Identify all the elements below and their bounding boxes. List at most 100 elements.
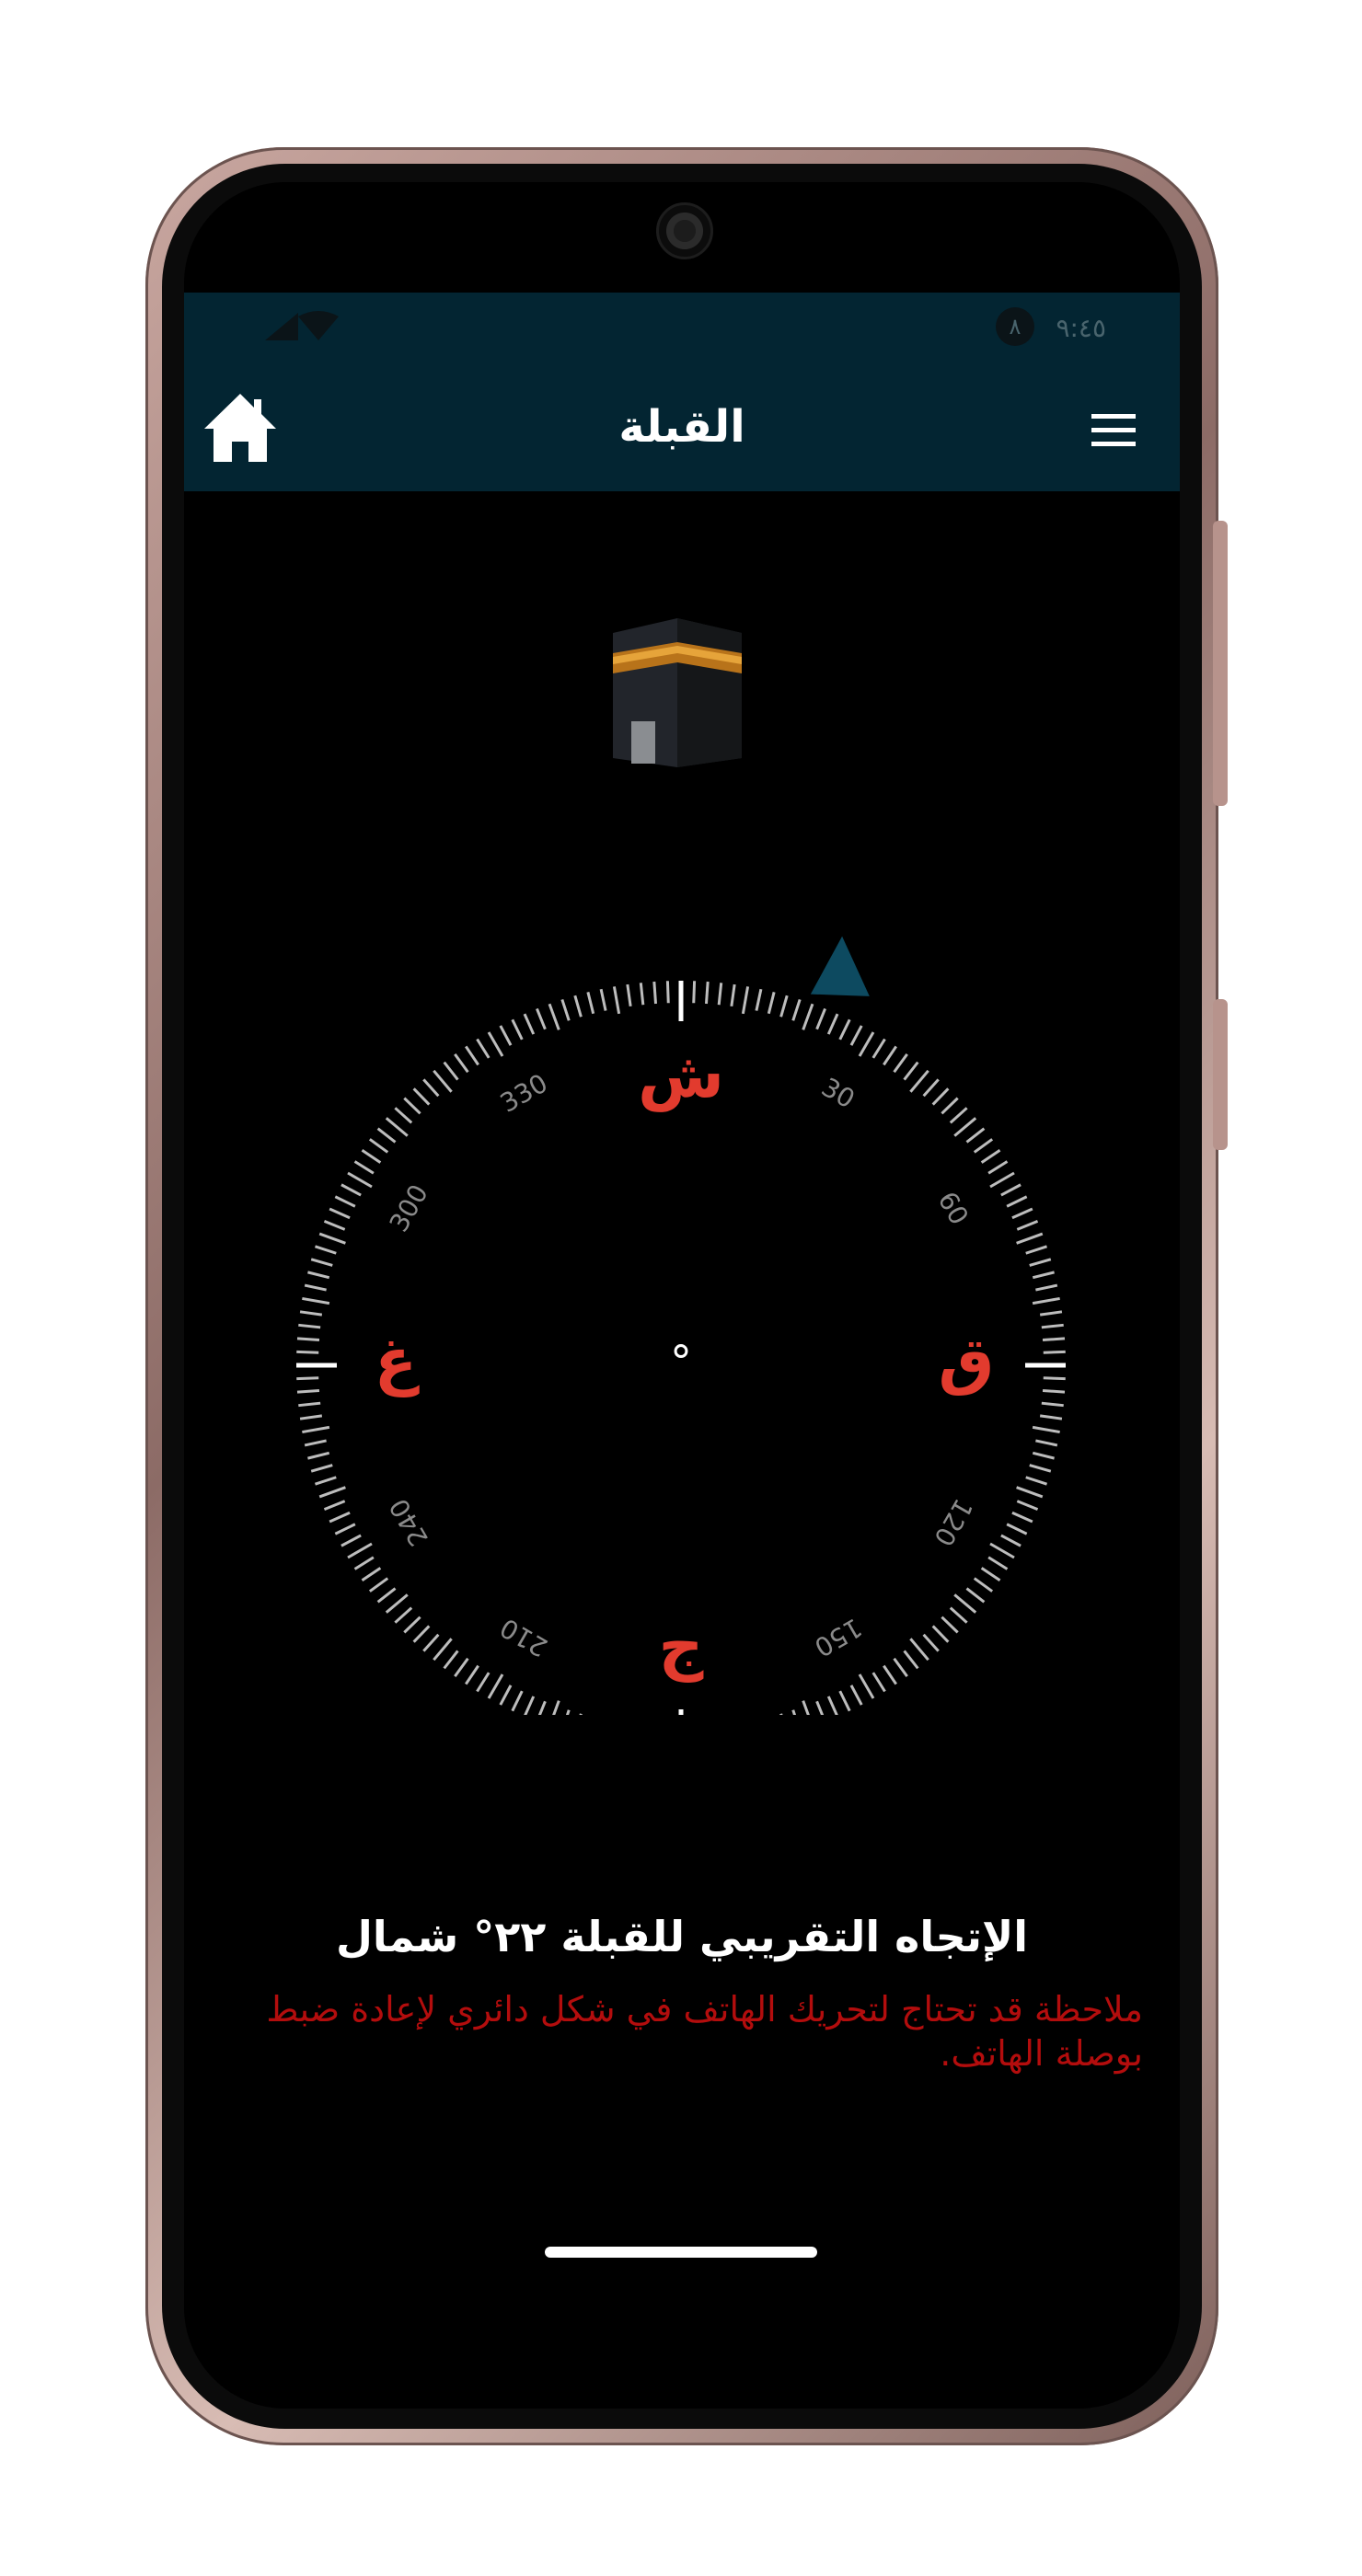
compass-tick [310, 1464, 333, 1473]
compass-tick [980, 1567, 1001, 1581]
phone-screen: ٨ ٩:٤٥ القبلة 30 60 120 150 210 240 300 330 ش ق ج غ… [184, 182, 1180, 2409]
front-camera [656, 202, 713, 259]
qibla-pointer [810, 936, 870, 996]
compass-tick [815, 1007, 826, 1030]
compass-tick [871, 1038, 886, 1059]
compass-degree-label: 240 [384, 1493, 434, 1551]
compass-tick [487, 1673, 504, 1699]
compass-cardinal-south: ج [658, 1611, 703, 1684]
menu-button[interactable] [1088, 410, 1139, 451]
compass-tick [1042, 1337, 1066, 1342]
compass-tick [334, 1523, 356, 1535]
compass-tick [476, 1672, 491, 1693]
compass-tick [299, 1414, 323, 1420]
compass-tick [376, 1127, 397, 1144]
compass-tick [361, 1567, 382, 1581]
compass-tick [953, 1117, 977, 1137]
qibla-direction-text: الإتجاه التقريبي للقبلة ٢٢° شمال [335, 1912, 1029, 1961]
compass-tick [296, 1350, 319, 1354]
status-bar: ٨ ٩:٤٥ [184, 293, 1180, 374]
compass-tick [1043, 1350, 1066, 1354]
compass-tick [403, 1097, 421, 1115]
compass-tick [931, 1087, 950, 1106]
compass-tick [893, 1052, 908, 1074]
compass-tick [717, 983, 723, 1006]
compass-tick [422, 1078, 440, 1098]
home-indicator[interactable] [545, 2247, 817, 2258]
compass-tick [965, 1587, 986, 1604]
compass-tick [347, 1542, 373, 1559]
compass-tick [1032, 1296, 1060, 1305]
compass-tick [511, 1018, 524, 1041]
signal-icon [265, 313, 298, 340]
compass-tick [1000, 1183, 1022, 1197]
compass-tick [1025, 1476, 1048, 1486]
compass-tick [791, 998, 802, 1021]
compass-tick [883, 1664, 897, 1685]
compass-tick [329, 1207, 351, 1220]
compass-tick [302, 1296, 330, 1305]
power-button [1213, 999, 1228, 1150]
compass-heading-readout: ° [670, 1337, 692, 1388]
compass-tick [815, 1700, 826, 1723]
compass-tick [361, 1149, 382, 1164]
compass-tick [523, 1013, 536, 1035]
compass-tick [353, 1556, 375, 1570]
calibration-note: ملاحظة قد تحتاج لتحريك الهاتف في شكل دائ… [266, 1989, 1143, 2074]
compass-tick [1035, 1283, 1058, 1292]
compass-tick [323, 1500, 346, 1511]
compass-tick [980, 1149, 1001, 1164]
page-title: القبلة [618, 401, 745, 453]
compass-tick [1000, 1534, 1022, 1547]
compass-tick [973, 1138, 994, 1154]
compass-tick [1041, 1323, 1064, 1329]
compass-tick [1032, 1451, 1055, 1460]
compass-tick [412, 1625, 431, 1643]
compass-tick [704, 981, 710, 1005]
compass-tick [573, 995, 583, 1018]
compass-tick [536, 1007, 547, 1030]
compass-tick [1016, 1500, 1039, 1511]
compass-tick [826, 1013, 839, 1035]
compass-tick [1029, 1464, 1052, 1473]
qibla-compass: 30 60 120 150 210 240 300 330 ش ق ج غ ° [294, 905, 1068, 1750]
compass-tick [347, 1171, 373, 1189]
compass-tick [314, 1245, 337, 1255]
compass-tick [299, 1310, 323, 1317]
compass-tick [487, 1031, 504, 1057]
compass-degree-label: 120 [928, 1493, 978, 1551]
compass-tick [385, 1593, 409, 1614]
compass-tick [1035, 1439, 1058, 1447]
compass-tick [376, 1587, 397, 1604]
compass-tick [987, 1160, 1009, 1175]
compass-tick [323, 1220, 346, 1231]
compass-tick [1006, 1195, 1028, 1208]
compass-tick [931, 1625, 950, 1643]
compass-tick [755, 988, 763, 1011]
compass-tick [499, 1685, 513, 1706]
compass-degree-label: 60 [932, 1187, 975, 1230]
compass-tick [465, 1664, 479, 1685]
compass-tick [307, 1451, 330, 1460]
compass-tick [953, 1593, 977, 1614]
compass-tick [941, 1616, 959, 1634]
compass-tick [304, 1283, 327, 1292]
compass-tick [1011, 1207, 1033, 1220]
compass-dial: 30 60 120 150 210 240 300 330 ش ق ج غ ° [296, 936, 1066, 1750]
compass-degree-label: 30 [816, 1072, 860, 1114]
compass-tick [368, 1138, 389, 1154]
compass-tick [779, 995, 789, 1018]
compass-tick [741, 986, 750, 1015]
compass-tick [394, 1107, 413, 1124]
compass-tick [307, 1271, 330, 1280]
compass-tick [989, 1171, 1015, 1189]
status-badge: ٨ [996, 307, 1034, 346]
status-time: ٩:٤٥ [1056, 313, 1106, 343]
kaaba-icon [613, 618, 742, 767]
compass-tick [965, 1127, 986, 1144]
compass-tick [767, 992, 776, 1015]
compass-tick [368, 1577, 389, 1593]
compass-tick [340, 1534, 362, 1547]
compass-tick [802, 1700, 814, 1728]
compass-tick [949, 1606, 968, 1624]
